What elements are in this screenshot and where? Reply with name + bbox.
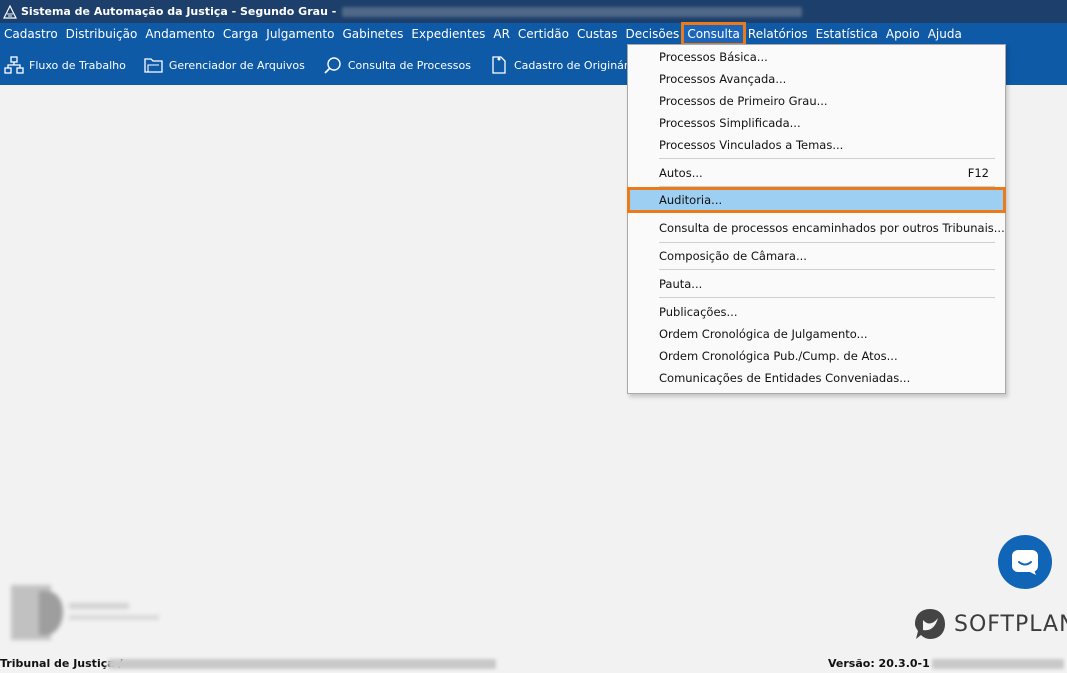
title-bar: Sistema de Automação da Justiça - Segund… [0, 0, 1067, 23]
status-version: Versão: 20.3.0-1 [828, 657, 930, 670]
menu-item-label: Processos Vinculados a Temas... [659, 138, 844, 152]
menu-item-label: Consulta de processos encaminhados por o… [659, 221, 1005, 235]
menu-item-label: Processos de Primeiro Grau... [659, 94, 828, 108]
chat-icon [1012, 550, 1038, 575]
toolbar-consulta-de-processos[interactable]: Consulta de Processos [323, 56, 471, 74]
toolbar-label: Consulta de Processos [347, 58, 471, 72]
menu-item-label: Auditoria... [659, 193, 723, 207]
menu-item-pauta[interactable]: Pauta... [659, 273, 989, 295]
menu-julgamento[interactable]: Julgamento [262, 24, 338, 44]
toolbar-label: Gerenciador de Arquivos [168, 58, 305, 72]
menu-item-processos-basica[interactable]: Processos Básica... [659, 46, 989, 68]
menu-cadastro[interactable]: Cadastro [0, 24, 62, 44]
redacted-status-text [108, 659, 496, 669]
menu-bar: Cadastro Distribuição Andamento Carga Ju… [0, 22, 1067, 46]
brand-name: SOFTPLAN [954, 611, 1067, 637]
menu-item-processos-primeiro-grau[interactable]: Processos de Primeiro Grau... [659, 90, 989, 112]
menu-item-ordem-cronologica-pub[interactable]: Ordem Cronológica Pub./Cump. de Atos... [659, 345, 989, 367]
menu-item-shortcut: F12 [967, 166, 989, 180]
menu-item-label: Processos Simplificada... [659, 116, 801, 130]
menu-ar[interactable]: AR [489, 24, 514, 44]
menu-item-processos-avancada[interactable]: Processos Avançada... [659, 68, 989, 90]
workflow-icon [4, 56, 24, 74]
menu-item-label: Publicações... [659, 305, 738, 319]
status-bar: Tribunal de Justiça / Versão: 20.3.0-1 [0, 655, 1067, 673]
menu-item-auditoria[interactable]: Auditoria... [627, 187, 1006, 213]
menu-separator [659, 242, 995, 243]
menu-item-ordem-cronologica-julgamento[interactable]: Ordem Cronológica de Julgamento... [659, 323, 989, 345]
menu-item-comunicacoes-entidades[interactable]: Comunicações de Entidades Conveniadas... [659, 367, 989, 389]
toolbar-cadastro-de-originarios[interactable]: Cadastro de Originários [489, 56, 644, 74]
menu-item-label: Autos... [659, 166, 703, 180]
menu-relatorios[interactable]: Relatórios [744, 24, 812, 44]
menu-item-consulta-encaminhados[interactable]: Consulta de processos encaminhados por o… [659, 217, 1005, 239]
menu-gabinetes[interactable]: Gabinetes [338, 24, 407, 44]
menu-item-autos[interactable]: Autos... F12 [659, 162, 989, 184]
menu-ajuda[interactable]: Ajuda [924, 24, 966, 44]
menu-item-label: Processos Básica... [659, 50, 768, 64]
redacted-title-text [342, 6, 803, 17]
document-icon [492, 56, 506, 74]
menu-item-label: Ordem Cronológica Pub./Cump. de Atos... [659, 349, 898, 363]
menu-consulta[interactable]: Consulta [681, 22, 746, 46]
menu-item-publicacoes[interactable]: Publicações... [659, 301, 989, 323]
folder-icon [144, 58, 163, 73]
menu-item-processos-simplificada[interactable]: Processos Simplificada... [659, 112, 989, 134]
menu-separator [659, 158, 995, 159]
menu-item-label: Pauta... [659, 277, 703, 291]
window-title: Sistema de Automação da Justiça - Segund… [21, 5, 337, 18]
menu-separator [659, 297, 995, 298]
status-tribunal: Tribunal de Justiça / [0, 657, 123, 670]
menu-certidao[interactable]: Certidão [514, 24, 573, 44]
toolbar-label: Fluxo de Trabalho [29, 58, 126, 72]
menu-item-label: Comunicações de Entidades Conveniadas... [659, 371, 911, 385]
toolbar-label: Cadastro de Originários [513, 58, 644, 72]
menu-separator [659, 269, 995, 270]
menu-item-label: Composição de Câmara... [659, 249, 807, 263]
menu-custas[interactable]: Custas [573, 24, 622, 44]
menu-item-processos-vinculados-temas[interactable]: Processos Vinculados a Temas... [659, 134, 989, 156]
chat-button[interactable] [998, 535, 1052, 589]
menu-expedientes[interactable]: Expedientes [407, 24, 489, 44]
menu-distribuicao[interactable]: Distribuição [62, 24, 142, 44]
menu-item-label: Processos Avançada... [659, 72, 787, 86]
menu-apoio[interactable]: Apoio [882, 24, 924, 44]
menu-separator [659, 186, 995, 187]
consulta-dropdown-menu: Processos Básica... Processos Avançada..… [627, 44, 1006, 394]
toolbar-gerenciador-de-arquivos[interactable]: Gerenciador de Arquivos [144, 56, 305, 74]
app-logo-icon [3, 4, 17, 19]
menu-andamento[interactable]: Andamento [141, 24, 219, 44]
blurred-logo-image [11, 585, 159, 640]
search-icon [324, 57, 341, 74]
menu-decisoes[interactable]: Decisões [622, 24, 684, 44]
menu-estatistica[interactable]: Estatística [812, 24, 882, 44]
redacted-status-user [932, 659, 1064, 669]
softplan-mark-icon [915, 609, 945, 639]
softplan-logo: SOFTPLAN [912, 606, 1067, 642]
menu-item-label: Ordem Cronológica de Julgamento... [659, 327, 868, 341]
toolbar-fluxo-de-trabalho[interactable]: Fluxo de Trabalho [4, 56, 126, 74]
menu-item-composicao-camara[interactable]: Composição de Câmara... [659, 245, 989, 267]
menu-carga[interactable]: Carga [219, 24, 262, 44]
